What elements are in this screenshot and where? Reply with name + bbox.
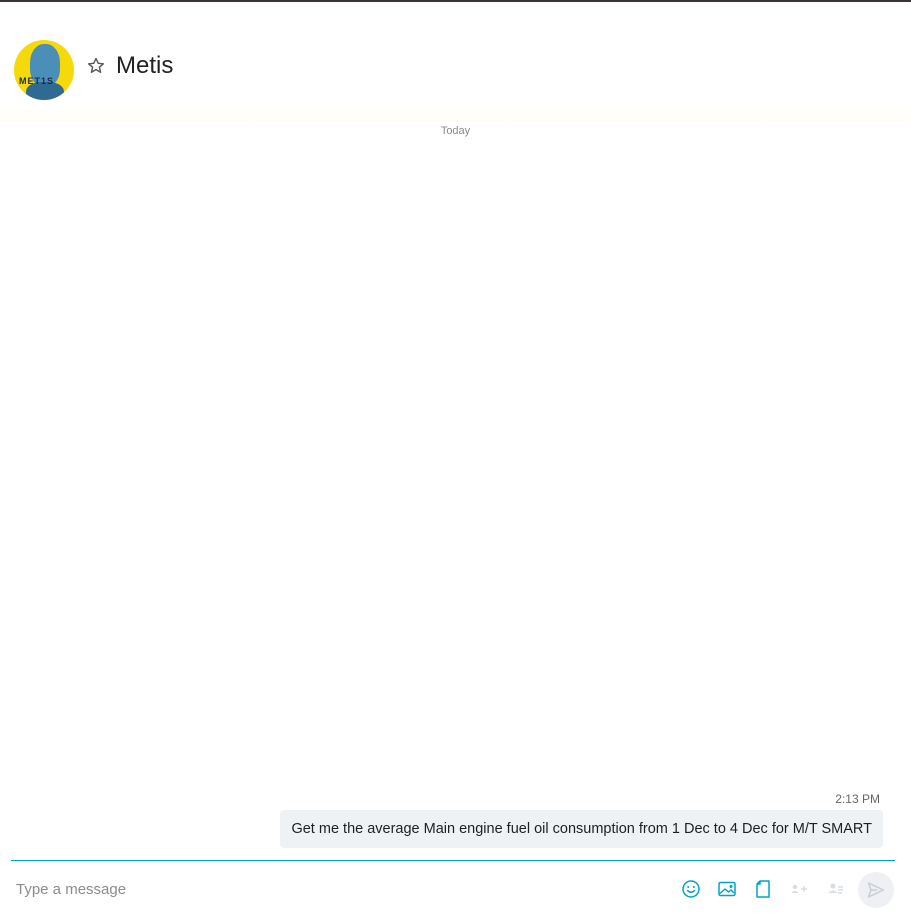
file-icon[interactable] bbox=[752, 878, 774, 900]
add-contact-icon bbox=[824, 878, 846, 900]
message-input[interactable] bbox=[16, 872, 656, 906]
message-timestamp: 2:13 PM bbox=[835, 792, 880, 806]
avatar[interactable]: MET1S bbox=[14, 40, 74, 100]
date-separator: Today bbox=[440, 125, 471, 137]
contact-card-icon bbox=[788, 878, 810, 900]
send-button[interactable] bbox=[858, 872, 894, 908]
composer-divider bbox=[11, 860, 895, 861]
header-divider bbox=[0, 102, 911, 122]
star-icon[interactable] bbox=[86, 56, 106, 76]
emoji-icon[interactable] bbox=[680, 878, 702, 900]
send-icon bbox=[867, 882, 885, 898]
message-bubble[interactable]: Get me the average Main engine fuel oil … bbox=[280, 810, 883, 848]
contact-name[interactable]: Metis bbox=[116, 52, 173, 80]
image-icon[interactable] bbox=[716, 878, 738, 900]
avatar-logo-text: MET1S bbox=[19, 76, 55, 86]
